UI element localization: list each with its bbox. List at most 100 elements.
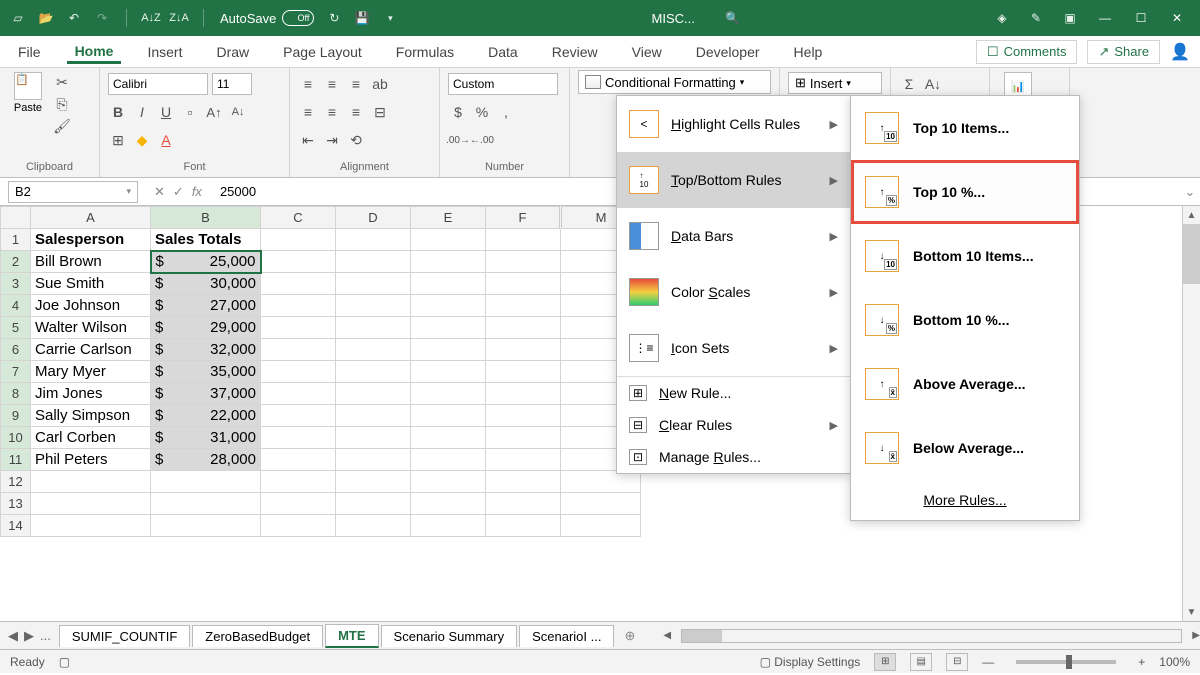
cell[interactable] bbox=[261, 251, 336, 273]
col-header-c[interactable]: C bbox=[261, 207, 336, 229]
tab-draw[interactable]: Draw bbox=[208, 40, 257, 64]
redo-icon[interactable]: ↷ bbox=[94, 10, 110, 26]
cell[interactable]: Bill Brown bbox=[31, 251, 151, 273]
autosum-icon[interactable]: Σ bbox=[899, 74, 919, 94]
tab-developer[interactable]: Developer bbox=[688, 40, 768, 64]
row-header[interactable]: 13 bbox=[1, 493, 31, 515]
sheet-nav-next-icon[interactable]: ▶ bbox=[24, 628, 34, 644]
cell[interactable] bbox=[31, 493, 151, 515]
tab-insert[interactable]: Insert bbox=[139, 40, 190, 64]
currency-icon[interactable]: $ bbox=[448, 102, 468, 122]
tab-help[interactable]: Help bbox=[786, 40, 831, 64]
view-normal-button[interactable]: ⊞ bbox=[874, 653, 896, 671]
row-header[interactable]: 11 bbox=[1, 449, 31, 471]
align-right-icon[interactable]: ≡ bbox=[346, 102, 366, 122]
align-center-icon[interactable]: ≡ bbox=[322, 102, 342, 122]
cell[interactable] bbox=[151, 493, 261, 515]
font-name-select[interactable] bbox=[108, 73, 208, 95]
align-top-icon[interactable]: ≡ bbox=[298, 74, 318, 94]
increase-indent-icon[interactable]: ⇥ bbox=[322, 130, 342, 150]
sheet-nav-more[interactable]: ... bbox=[40, 628, 51, 644]
col-header-b[interactable]: B bbox=[151, 207, 261, 229]
cell[interactable] bbox=[151, 471, 261, 493]
row-header[interactable]: 4 bbox=[1, 295, 31, 317]
sort-filter-icon[interactable]: A↓ bbox=[923, 74, 943, 94]
row-header[interactable]: 3 bbox=[1, 273, 31, 295]
cell[interactable]: Salesperson bbox=[31, 229, 151, 251]
cell[interactable] bbox=[31, 515, 151, 537]
sort-asc-icon[interactable]: A↓Z bbox=[143, 10, 159, 26]
expand-formula-bar-icon[interactable]: ⌄ bbox=[1180, 184, 1200, 200]
menu-highlight-cells[interactable]: < Highlight Cells Rules ▶ bbox=[617, 96, 850, 152]
minimize-button[interactable]: — bbox=[1096, 11, 1114, 25]
menu-top-bottom[interactable]: ↑10 Top/Bottom Rules ▶ bbox=[617, 152, 850, 208]
cell[interactable] bbox=[151, 515, 261, 537]
horizontal-scrollbar[interactable] bbox=[681, 629, 1182, 643]
cell[interactable] bbox=[261, 405, 336, 427]
cell[interactable] bbox=[261, 229, 336, 251]
number-format-select[interactable] bbox=[448, 73, 558, 95]
hscroll-right-icon[interactable]: ▶ bbox=[1192, 630, 1200, 641]
decrease-font-icon[interactable]: A↓ bbox=[228, 102, 248, 122]
tab-formulas[interactable]: Formulas bbox=[388, 40, 462, 64]
align-bottom-icon[interactable]: ≡ bbox=[346, 74, 366, 94]
cell[interactable]: Sally Simpson bbox=[31, 405, 151, 427]
sheet-tab[interactable]: SUMIF_COUNTIF bbox=[59, 625, 190, 647]
border-icon[interactable]: ⊞ bbox=[108, 130, 128, 150]
zoom-in-button[interactable]: + bbox=[1138, 655, 1145, 669]
increase-decimal-icon[interactable]: .00→ bbox=[448, 130, 468, 150]
menu-manage-rules[interactable]: ⊡ Manage Rules... bbox=[617, 441, 850, 473]
cell[interactable] bbox=[261, 295, 336, 317]
name-box[interactable]: B2 ▾ bbox=[8, 181, 138, 203]
cell[interactable]: Carl Corben bbox=[31, 427, 151, 449]
font-size-select[interactable] bbox=[212, 73, 252, 95]
macro-record-icon[interactable]: ▢ bbox=[59, 655, 70, 669]
col-header-e[interactable]: E bbox=[411, 207, 486, 229]
sheet-tab[interactable]: Scenario Summary bbox=[381, 625, 518, 647]
row-header[interactable]: 2 bbox=[1, 251, 31, 273]
scroll-down-icon[interactable]: ▼ bbox=[1183, 603, 1200, 621]
border-none-icon[interactable]: ▫ bbox=[180, 102, 200, 122]
row-header[interactable]: 12 bbox=[1, 471, 31, 493]
display-settings-button[interactable]: ▢ Display Settings bbox=[760, 655, 861, 669]
row-header[interactable]: 7 bbox=[1, 361, 31, 383]
cell[interactable]: Sales Totals bbox=[151, 229, 261, 251]
cell[interactable] bbox=[261, 339, 336, 361]
row-header[interactable]: 5 bbox=[1, 317, 31, 339]
tab-data[interactable]: Data bbox=[480, 40, 526, 64]
enter-formula-icon[interactable]: ✓ bbox=[173, 184, 184, 200]
sort-desc-icon[interactable]: Z↓A bbox=[171, 10, 187, 26]
menu-new-rule[interactable]: ⊞ New Rule... bbox=[617, 376, 850, 409]
sheet-tab[interactable]: ScenarioI ... bbox=[519, 625, 614, 647]
cell[interactable]: Joe Johnson bbox=[31, 295, 151, 317]
cell[interactable]: $29,000 bbox=[151, 317, 261, 339]
new-file-icon[interactable]: ▱ bbox=[10, 10, 26, 26]
refresh-icon[interactable]: ↻ bbox=[326, 10, 342, 26]
sheet-tab-active[interactable]: MTE bbox=[325, 624, 378, 648]
row-header[interactable]: 6 bbox=[1, 339, 31, 361]
cell[interactable]: $28,000 bbox=[151, 449, 261, 471]
col-header-a[interactable]: A bbox=[31, 207, 151, 229]
paste-button[interactable]: 📋 Paste bbox=[8, 72, 48, 161]
submenu-bottom-10-percent[interactable]: ↓% Bottom 10 %... bbox=[851, 288, 1079, 352]
cell[interactable]: $37,000 bbox=[151, 383, 261, 405]
zoom-slider[interactable] bbox=[1016, 660, 1116, 664]
cell[interactable]: $32,000 bbox=[151, 339, 261, 361]
cell[interactable] bbox=[31, 471, 151, 493]
percent-icon[interactable]: % bbox=[472, 102, 492, 122]
increase-font-icon[interactable]: A↑ bbox=[204, 102, 224, 122]
col-header-d[interactable]: D bbox=[336, 207, 411, 229]
cell[interactable] bbox=[261, 427, 336, 449]
menu-icon-sets[interactable]: ⋮≡ Icon Sets ▶ bbox=[617, 320, 850, 376]
row-header[interactable]: 10 bbox=[1, 427, 31, 449]
diamond-icon[interactable]: ◈ bbox=[994, 10, 1010, 26]
cell[interactable]: Jim Jones bbox=[31, 383, 151, 405]
font-color-icon[interactable]: A bbox=[156, 130, 176, 150]
underline-button[interactable]: U bbox=[156, 102, 176, 122]
window-layout-icon[interactable]: ▣ bbox=[1062, 10, 1078, 26]
menu-clear-rules[interactable]: ⊟ Clear Rules ▶ bbox=[617, 409, 850, 441]
cut-icon[interactable]: ✂ bbox=[52, 72, 72, 92]
wand-icon[interactable]: ✎ bbox=[1028, 10, 1044, 26]
cell[interactable] bbox=[261, 471, 336, 493]
cell[interactable] bbox=[261, 361, 336, 383]
